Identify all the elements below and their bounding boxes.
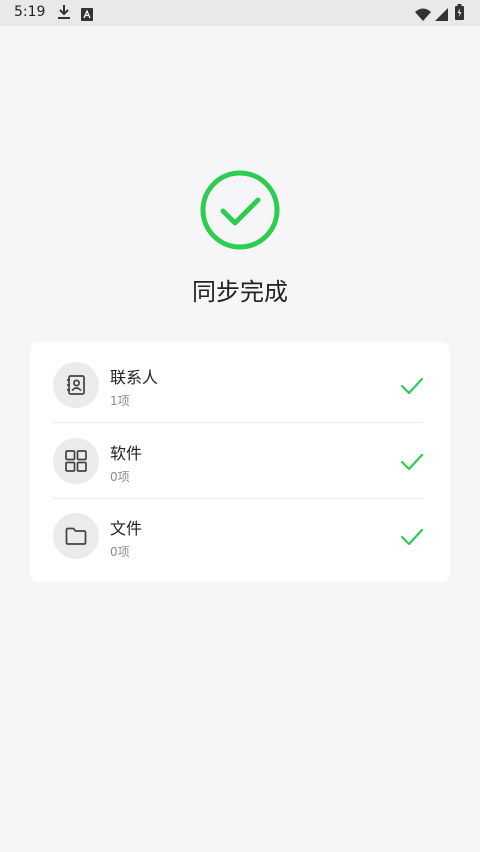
list-item-files[interactable]: 文件 0项 bbox=[30, 493, 450, 569]
success-check-circle-icon bbox=[199, 169, 281, 251]
check-icon bbox=[400, 528, 424, 550]
folder-icon bbox=[53, 513, 99, 559]
check-icon bbox=[400, 377, 424, 399]
status-bar: 5:19 bbox=[0, 0, 480, 26]
item-label: 文件 bbox=[110, 519, 143, 538]
list-item-apps[interactable]: 软件 0项 bbox=[30, 418, 450, 494]
item-count: 0项 bbox=[110, 545, 130, 559]
contacts-icon bbox=[53, 362, 99, 408]
item-count: 0项 bbox=[110, 470, 130, 484]
download-icon bbox=[57, 4, 71, 24]
a-badge-icon bbox=[81, 6, 93, 25]
item-count: 1项 bbox=[110, 394, 130, 408]
battery-icon bbox=[455, 4, 464, 24]
item-label: 联系人 bbox=[110, 368, 159, 387]
apps-grid-icon bbox=[53, 438, 99, 484]
sync-results-card: 联系人 1项 软件 0项 文件 0项 bbox=[30, 342, 450, 582]
signal-icon bbox=[435, 6, 448, 25]
wifi-icon bbox=[415, 6, 431, 25]
item-label: 软件 bbox=[110, 444, 143, 463]
check-icon bbox=[400, 453, 424, 475]
list-item-contacts[interactable]: 联系人 1项 bbox=[30, 342, 450, 418]
status-time: 5:19 bbox=[14, 4, 46, 20]
page-title: 同步完成 bbox=[192, 278, 288, 306]
